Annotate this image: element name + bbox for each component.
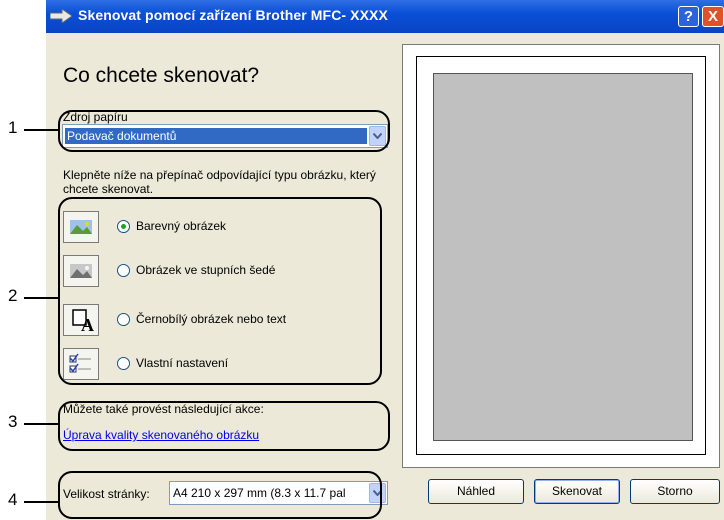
callout-frame-3 bbox=[58, 401, 390, 451]
callout-frame-4 bbox=[58, 471, 382, 519]
window-title: Skenovat pomocí zařízení Brother MFC- XX… bbox=[78, 7, 388, 23]
preview-panel bbox=[402, 44, 720, 468]
callout-line-2 bbox=[24, 297, 58, 299]
preview-button[interactable]: Náhled bbox=[428, 479, 524, 504]
help-button[interactable]: ? bbox=[678, 6, 699, 27]
cancel-button[interactable]: Storno bbox=[630, 479, 720, 504]
scanner-arrow-icon bbox=[50, 9, 72, 23]
callout-number-4: 4 bbox=[8, 490, 18, 509]
callout-number-3: 3 bbox=[8, 412, 18, 431]
page-heading: Co chcete skenovat? bbox=[63, 64, 260, 87]
preview-page bbox=[416, 56, 706, 455]
instruction-text: Klepněte níže na přepínač odpovídající t… bbox=[63, 168, 376, 196]
close-button[interactable]: X bbox=[702, 6, 724, 27]
scan-area[interactable] bbox=[433, 73, 693, 441]
callout-number-1: 1 bbox=[8, 118, 18, 137]
callout-frame-1 bbox=[58, 110, 390, 152]
callout-line-4 bbox=[24, 501, 58, 503]
callout-frame-2 bbox=[58, 197, 382, 385]
scan-button[interactable]: Skenovat bbox=[534, 479, 620, 504]
callout-number-2: 2 bbox=[8, 286, 18, 305]
callout-line-1 bbox=[24, 129, 58, 131]
callout-line-3 bbox=[24, 423, 58, 425]
